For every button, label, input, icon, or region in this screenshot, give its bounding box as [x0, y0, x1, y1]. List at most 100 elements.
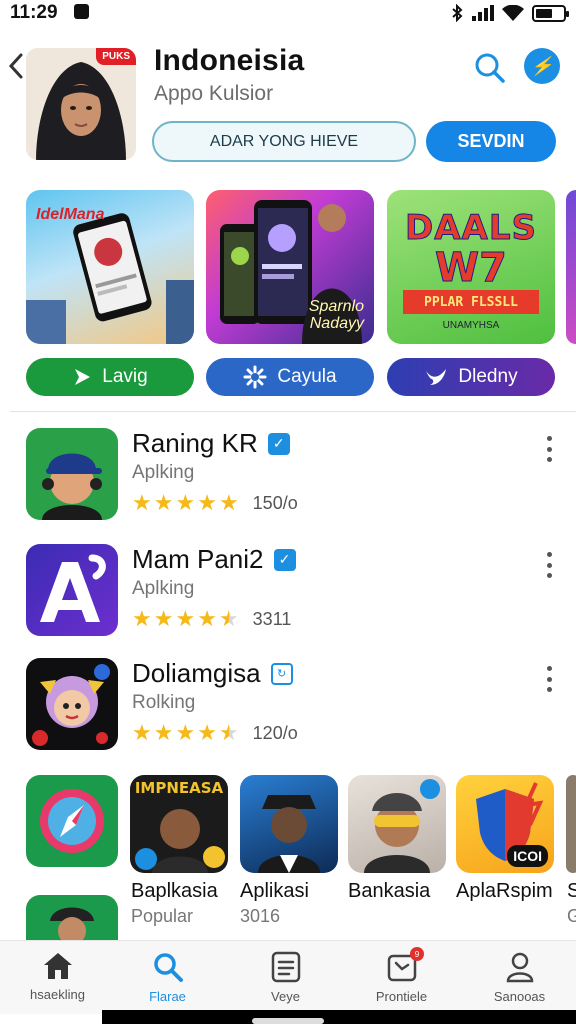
star-icon: ★	[218, 606, 239, 631]
more-options-button[interactable]	[540, 436, 558, 462]
star-icon: ★	[175, 490, 196, 515]
grid-app-icon[interactable]	[348, 775, 446, 873]
star-icon: ★	[218, 720, 239, 745]
grid-app-icon[interactable]: ICOI	[456, 775, 554, 873]
nav-tab-updates[interactable]: 9 Prontiele	[344, 941, 459, 1015]
nav-label: Prontiele	[375, 989, 428, 1004]
search-button[interactable]	[472, 50, 508, 86]
app-subtitle: Appo Kulsior	[154, 82, 274, 105]
featured-card-banner: PPLAR FLSSLL	[403, 290, 539, 314]
verified-icon: ✓	[267, 432, 290, 455]
star-icon: ★	[197, 490, 217, 515]
rating-count: 120/o	[252, 722, 298, 743]
primary-action-button[interactable]: SEVDIN	[426, 121, 556, 162]
star-icon: ★	[197, 606, 217, 631]
search-icon	[475, 53, 505, 83]
grid-app-sub: G	[567, 906, 576, 926]
grid-app-icon[interactable]	[240, 775, 338, 873]
app-title: Indoneisia	[154, 44, 305, 77]
grid-app-icon[interactable]	[26, 895, 118, 940]
featured-card[interactable]: DAALS W7 PPLAR FLSSLL UNAMYHSA	[387, 190, 555, 344]
grid-app-label: S	[567, 880, 576, 902]
featured-card[interactable]: Sparnlo Nadayy	[206, 190, 374, 344]
grid-app-sub: Popular	[131, 906, 194, 926]
list-icon	[271, 951, 300, 983]
app-name: Mam Pani2 ✓	[132, 544, 296, 575]
compass-icon	[40, 789, 104, 853]
category-pill-cayula[interactable]: Cayula	[206, 358, 374, 396]
signal-icon	[472, 5, 494, 21]
wifi-icon	[502, 5, 524, 21]
profile-icon	[506, 952, 533, 983]
app-category: Aplking	[132, 462, 195, 483]
category-pill-dledny[interactable]: Dledny	[387, 358, 555, 396]
list-item[interactable]: Doliamgisa ↻ Rolking ★ ★ ★ ★ ★ 120/o	[0, 658, 576, 758]
list-item[interactable]: Raning KR ✓ Aplking ★ ★ ★ ★ ★ 150/o	[0, 428, 576, 528]
grid-app-label: Aplikasi	[240, 880, 309, 902]
star-icon: ★	[153, 720, 174, 745]
app-icon	[26, 658, 118, 750]
nav-tab-profile[interactable]: Sanooas	[462, 941, 576, 1015]
back-button[interactable]	[4, 48, 28, 84]
star-icon: ★	[132, 606, 152, 631]
app-icon: PUKS	[26, 48, 136, 160]
pill-label: Dledny	[458, 366, 518, 387]
rating-count: 3311	[252, 608, 292, 629]
list-item[interactable]: Mam Pani2 ✓ Aplking ★ ★ ★ ★ ★ 3311	[0, 544, 576, 644]
chevron-left-icon	[8, 53, 23, 79]
account-button[interactable]: ⚡	[524, 48, 560, 84]
home-indicator[interactable]	[252, 1018, 324, 1024]
refresh-icon: ↻	[270, 662, 293, 685]
nav-tab-list[interactable]: Veye	[228, 941, 343, 1015]
bird-icon	[426, 369, 447, 385]
status-bar: 11:29	[0, 0, 576, 26]
battery-icon	[532, 4, 569, 22]
nav-label: Flarae	[149, 989, 186, 1004]
notification-badge: 9	[410, 947, 424, 961]
featured-card-peek[interactable]	[566, 190, 576, 344]
star-icon: ★	[132, 720, 152, 745]
app-name-text: Mam Pani2	[132, 544, 264, 574]
secondary-action-button[interactable]: ADAR YONG HIEVE	[152, 121, 416, 162]
play-icon	[75, 369, 91, 385]
star-icon: ★	[175, 720, 196, 745]
status-icons	[450, 2, 569, 24]
notification-icon	[74, 4, 89, 19]
featured-card-number: W7	[435, 245, 508, 292]
category-pill-lavig[interactable]: Lavig	[26, 358, 194, 396]
grid-app-icon-peek[interactable]	[566, 775, 576, 873]
section-divider	[10, 411, 576, 412]
app-icon	[26, 544, 118, 636]
featured-card[interactable]: IdelMana	[26, 190, 194, 344]
tile-tag: ICOI	[507, 845, 548, 867]
star-icon: ★	[197, 720, 217, 745]
verified-icon: ✓	[273, 548, 296, 571]
grid-app-label: Bankasia	[348, 880, 431, 902]
grid-app-icon[interactable]	[26, 775, 118, 867]
account-icon: ⚡	[530, 55, 554, 76]
star-icon: ★	[153, 606, 174, 631]
featured-card-caption: Sparnlo Nadayy	[308, 298, 364, 332]
nav-tab-search[interactable]: Flarae	[110, 941, 225, 1015]
app-category: Rolking	[132, 692, 196, 713]
grid-app-sub: 3016	[240, 906, 281, 926]
app-rating: ★ ★ ★ ★ ★ 3311	[132, 608, 291, 630]
nav-label: Veye	[271, 989, 300, 1004]
gesture-bar-area	[102, 1010, 576, 1024]
app-category: Aplking	[132, 578, 195, 599]
more-options-button[interactable]	[540, 552, 558, 578]
more-options-button[interactable]	[540, 666, 558, 692]
nav-label: Sanooas	[493, 989, 546, 1004]
home-icon	[43, 953, 72, 979]
pill-label: Cayula	[277, 366, 337, 387]
app-name: Doliamgisa ↻	[132, 658, 293, 689]
search-icon	[153, 953, 183, 982]
pill-label: Lavig	[102, 366, 148, 387]
grid-app-label: Baplkasia	[131, 880, 218, 902]
grid-app-icon[interactable]: IMPNEASA	[130, 775, 228, 873]
icon-badge: PUKS	[96, 48, 136, 65]
nav-tab-home[interactable]: hsaekling	[0, 941, 115, 1015]
rating-count: 150/o	[252, 492, 298, 513]
app-name: Raning KR ✓	[132, 428, 290, 459]
star-icon: ★	[175, 606, 196, 631]
